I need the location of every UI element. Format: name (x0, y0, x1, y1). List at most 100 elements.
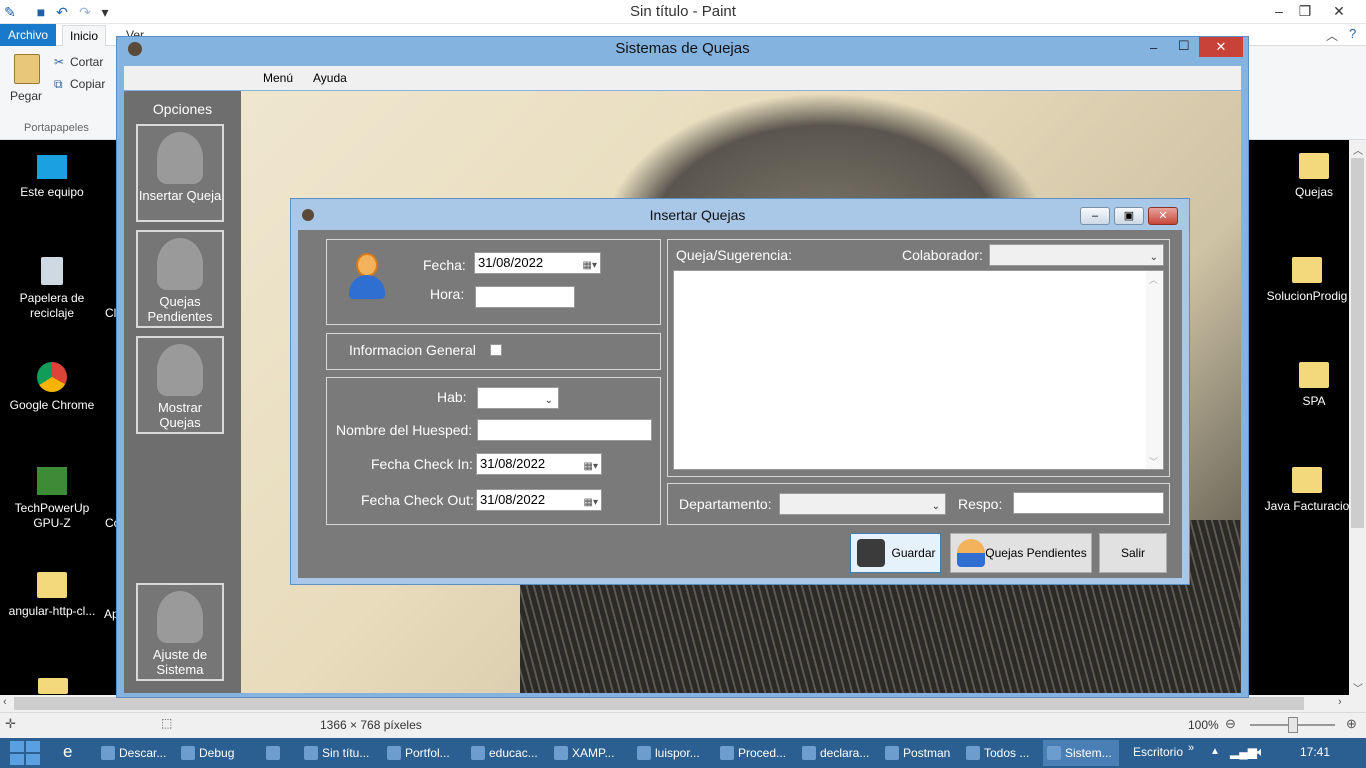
taskbar-clock[interactable]: 17:41 (1300, 745, 1330, 759)
cut-button[interactable]: Cortar (70, 55, 103, 69)
app-minimize-button[interactable]: – (1150, 40, 1157, 55)
folder-icon (37, 572, 67, 598)
desktop-icon-spa[interactable]: SPA (1268, 362, 1360, 409)
queja-textarea[interactable] (673, 270, 1164, 470)
taskbar-item[interactable]: luispor... (633, 740, 711, 766)
guardar-button[interactable]: Guardar (850, 533, 941, 573)
scroll-up-icon[interactable]: ︿ (1149, 273, 1158, 286)
desktop-icon-chrome[interactable]: Google Chrome (6, 362, 98, 413)
hora-input[interactable] (475, 286, 575, 308)
volume-icon[interactable]: 🔈︎ (1257, 744, 1265, 760)
sidebar-title: Opciones (152, 101, 213, 117)
app-close-button[interactable]: ✕ (1199, 37, 1243, 57)
tab-inicio[interactable]: Inicio (62, 25, 106, 47)
desktop-icon-quejas[interactable]: Quejas (1268, 153, 1360, 200)
taskbar-item[interactable]: educac... (467, 740, 545, 766)
zoom-slider-thumb[interactable] (1288, 717, 1298, 733)
desktop-icon-label: Este equipo (20, 185, 84, 199)
folder-icon (1299, 362, 1329, 388)
sidebar-mostrar-quejas-button[interactable]: Mostrar Quejas (136, 336, 224, 434)
horizontal-scroll-thumb[interactable] (14, 697, 1304, 710)
desktop-icon-label: Quejas (1294, 185, 1334, 199)
desktop-icon-este-equipo[interactable]: Este equipo (6, 153, 98, 200)
menu-item-ayuda[interactable]: Ayuda (313, 71, 347, 85)
desktop-toolbar[interactable]: Escritorio (1133, 745, 1183, 759)
taskbar-item[interactable]: Todos ... (962, 740, 1038, 766)
taskbar-item-excel[interactable] (262, 740, 290, 766)
internet-explorer-icon[interactable]: e (63, 742, 72, 762)
salir-button[interactable]: Salir (1099, 533, 1167, 573)
quejas-pendientes-button[interactable]: Quejas Pendientes (950, 533, 1092, 573)
app-maximize-button[interactable]: ☐ (1178, 38, 1190, 54)
scroll-down-icon[interactable]: ﹀ (1353, 680, 1363, 695)
desktop-icon-gpuz[interactable]: TechPowerUp GPU-Z (6, 467, 98, 531)
taskbar-item[interactable]: Proced... (716, 740, 794, 766)
checkin-value: 31/08/2022 (480, 456, 546, 471)
dialog-close-button[interactable]: ✕ (1148, 207, 1178, 225)
colaborador-select[interactable]: ⌄ (989, 244, 1164, 266)
checkout-datepicker[interactable]: 31/08/2022 ▦▾ (476, 489, 602, 511)
taskbar-item[interactable]: declara... (798, 740, 876, 766)
vertical-scroll-thumb[interactable] (1351, 158, 1364, 528)
ribbon-collapse-icon[interactable]: ︿ (1326, 27, 1338, 44)
informacion-general-checkbox[interactable] (490, 344, 502, 356)
zoom-out-icon[interactable]: ⊖ (1225, 716, 1236, 732)
taskbar-item[interactable]: XAMP... (550, 740, 628, 766)
paste-icon[interactable] (14, 54, 40, 84)
desktop-icon-label: Google Chrome (9, 398, 95, 412)
hab-select[interactable]: ⌄ (477, 387, 559, 409)
respo-input[interactable] (1013, 492, 1164, 514)
tab-archivo[interactable]: Archivo (0, 24, 56, 46)
checkin-datepicker[interactable]: 31/08/2022 ▦▾ (476, 453, 602, 475)
taskbar-item[interactable]: Portfol... (383, 740, 462, 766)
taskbar-item[interactable]: Debug (177, 740, 251, 766)
chevron-down-icon: ⌄ (544, 395, 553, 406)
huesped-input[interactable] (477, 419, 652, 441)
departamento-select[interactable]: ⌄ (779, 493, 946, 515)
scroll-down-icon[interactable]: ﹀ (1149, 455, 1158, 468)
operator-add-icon (157, 132, 203, 184)
folder-icon (1292, 467, 1322, 493)
desktop-icon-java-facturacion[interactable]: Java Facturacio (1262, 467, 1352, 514)
scroll-left-icon[interactable]: ‹ (3, 696, 7, 708)
desktop-icon-papelera[interactable]: Papelera de reciclaje (6, 257, 98, 321)
canvas-dimensions: 1366 × 768 píxeles (320, 718, 422, 732)
zoom-in-icon[interactable]: ⊕ (1346, 716, 1357, 732)
operator-avatar-icon (347, 253, 387, 299)
taskbar-item-active[interactable]: Sistem... (1043, 740, 1119, 766)
dialog-minimize-button[interactable]: – (1080, 207, 1110, 225)
sidebar-quejas-pendientes-button[interactable]: Quejas Pendientes (136, 230, 224, 328)
desktop-icon-angular[interactable]: angular-http-cl... (6, 572, 98, 619)
scroll-right-icon[interactable]: › (1338, 696, 1342, 708)
toolbar-expand-icon[interactable]: » (1188, 742, 1194, 754)
calendar-dropdown-icon[interactable]: ▦▾ (584, 457, 598, 477)
hora-label: Hora: (430, 286, 465, 302)
queja-textarea-scrollbar[interactable] (1146, 271, 1163, 469)
paint-close-button[interactable]: ✕ (1322, 0, 1356, 22)
sidebar-button-label: Quejas Pendientes (147, 294, 213, 324)
folder-icon (1299, 153, 1329, 179)
taskbar-item[interactable]: Sin títu... (300, 740, 377, 766)
sidebar-insertar-queja-button[interactable]: Insertar Queja (136, 124, 224, 222)
paint-maximize-button[interactable]: ❐ (1288, 0, 1322, 22)
sidebar-ajuste-sistema-button[interactable]: Ajuste de Sistema (136, 583, 224, 681)
desktop-icon-solucionprodig[interactable]: SolucionProdig (1262, 257, 1352, 304)
taskbar-item[interactable]: Descar... (97, 740, 171, 766)
calendar-dropdown-icon[interactable]: ▦▾ (584, 493, 598, 513)
calendar-dropdown-icon[interactable]: ▦▾ (583, 256, 597, 276)
fecha-datepicker[interactable]: 31/08/2022 ▦▾ (474, 252, 601, 274)
taskbar-item[interactable]: Postman (881, 740, 957, 766)
queja-label: Queja/Sugerencia: (676, 247, 792, 263)
menu-item-menu[interactable]: Menú (263, 71, 293, 85)
windows-logo-icon (10, 741, 24, 752)
paste-button[interactable]: Pegar (10, 89, 42, 103)
tray-expand-icon[interactable]: ▲ (1210, 746, 1220, 757)
dialog-maximize-button[interactable]: ▣ (1114, 207, 1144, 225)
zoom-level: 100% (1188, 718, 1219, 732)
copy-button[interactable]: Copiar (70, 77, 105, 91)
scroll-up-icon[interactable]: ︿ (1353, 142, 1363, 157)
network-icon[interactable]: ▂▄▆ (1230, 745, 1257, 759)
chrome-icon (37, 362, 67, 392)
help-icon[interactable]: ? (1349, 26, 1356, 41)
start-button[interactable] (10, 741, 40, 765)
